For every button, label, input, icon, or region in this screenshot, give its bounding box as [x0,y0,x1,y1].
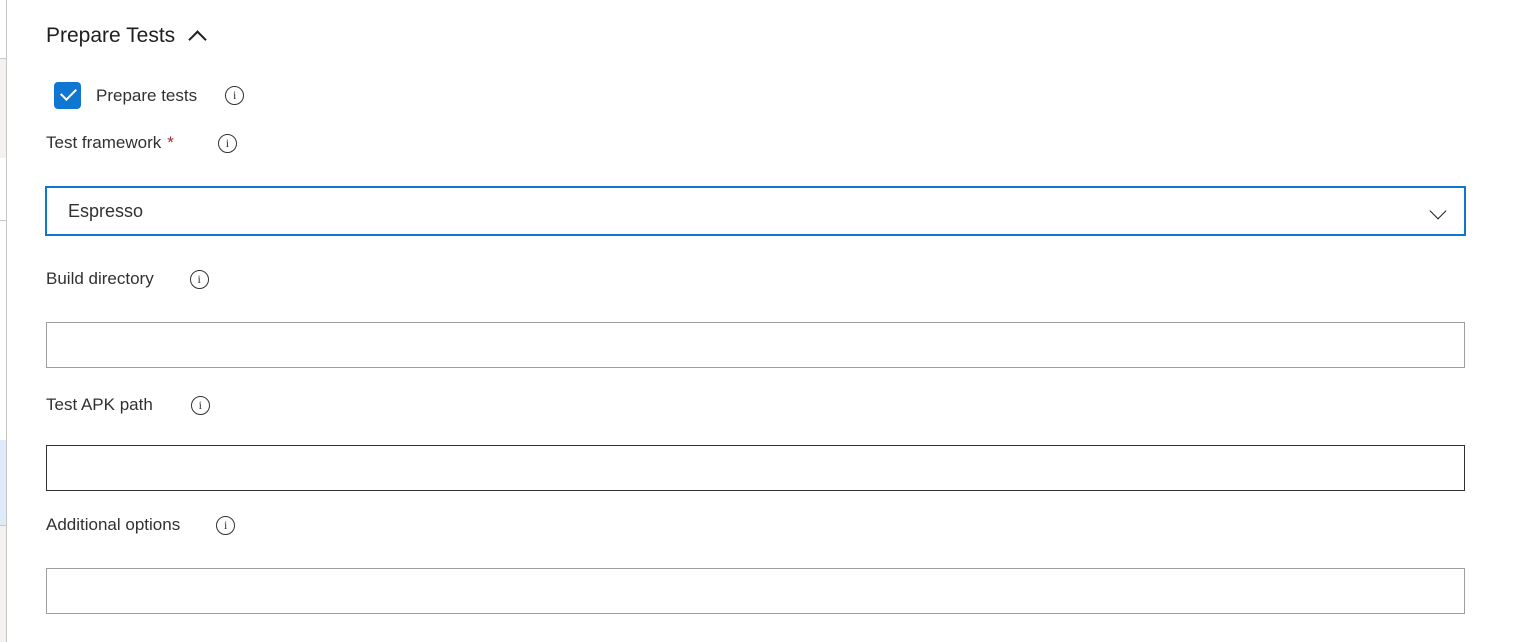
test-framework-dropdown[interactable]: Espresso [45,186,1466,236]
label-test-framework: Test framework * i [46,131,237,155]
label-test-apk-path-text: Test APK path [46,395,153,414]
info-icon-build-directory[interactable]: i [189,269,209,289]
additional-options-input[interactable] [47,569,1464,613]
label-build-directory: Build directory i [46,267,209,291]
info-icon-prepare-tests[interactable]: i [225,86,245,105]
label-test-apk-path: Test APK path i [46,393,210,417]
label-test-framework-text: Test framework [46,133,162,152]
prepare-tests-checkbox[interactable] [54,82,81,109]
label-additional-options-text: Additional options [46,515,181,534]
prepare-tests-checkbox-label[interactable]: Prepare tests [96,84,197,108]
test-apk-path-input-wrapper[interactable] [46,445,1465,491]
test-apk-path-input[interactable] [47,446,1464,490]
page-title: Prepare Tests [46,24,176,47]
check-icon [60,84,77,101]
build-directory-input[interactable] [47,323,1464,367]
info-icon-test-framework[interactable]: i [217,133,237,153]
required-marker-test-framework: * [167,133,174,152]
label-additional-options: Additional options i [46,513,236,537]
additional-options-input-wrapper[interactable] [46,568,1465,614]
section-header-prepare-tests[interactable]: Prepare Tests [46,22,209,50]
chevron-up-icon[interactable] [187,25,209,47]
prepare-tests-checkbox-row[interactable]: Prepare tests i [54,82,245,109]
label-build-directory-text: Build directory [46,269,154,288]
info-icon-additional-options[interactable]: i [216,515,236,535]
prepare-tests-panel: Prepare Tests Prepare tests i Test frame… [0,0,1534,642]
chevron-down-icon[interactable] [1428,201,1448,221]
info-icon-test-apk-path[interactable]: i [190,395,210,415]
build-directory-input-wrapper[interactable] [46,322,1465,368]
test-framework-selected-value: Espresso [68,201,144,221]
